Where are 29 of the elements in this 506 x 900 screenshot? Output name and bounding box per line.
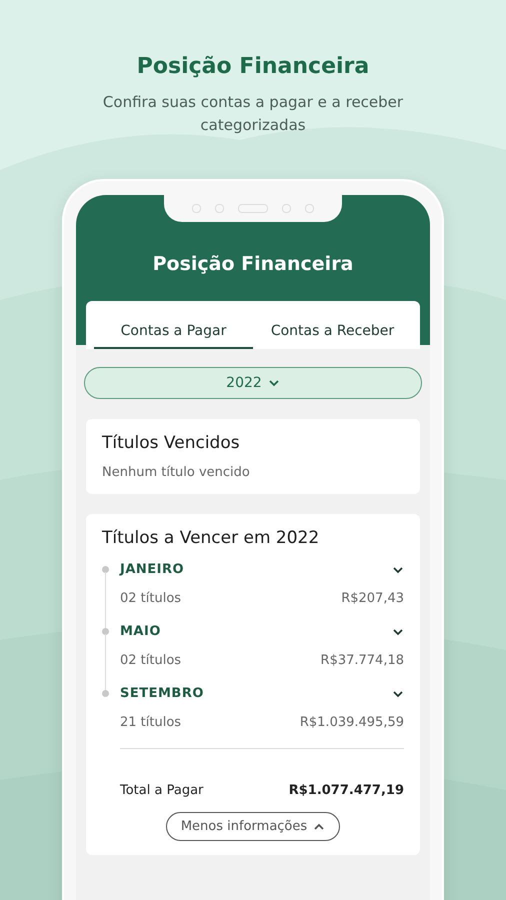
timeline-dot [102,628,109,635]
card-title: Títulos Vencidos [102,433,241,453]
tab[interactable]: Contas a Receber [253,323,412,349]
chevron-icon [392,628,404,636]
timeline-dot [102,566,109,573]
chevron-icon [268,379,280,387]
less-info-button[interactable]: Menos informações [166,812,340,841]
tab[interactable]: Contas a Pagar [94,323,253,349]
month-name[interactable]: JANEIRO [120,562,184,577]
month-amount: R$37.774,18 [320,653,404,668]
subtitle: Confira suas contas a pagar e a receber categorizadas [102,92,404,136]
month-name[interactable]: SETEMBRO [120,686,204,701]
title-count: 21 títulos [120,715,182,730]
month-amount: R$1.039.495,59 [300,715,404,730]
timeline-dot [102,690,109,697]
chevron-icon [392,690,404,698]
chevron-icon [313,822,326,830]
card-title: Títulos a Vencer em 2022 [102,528,320,548]
headline: Posição Financeira [136,54,370,79]
total-label: Total a Pagar [120,783,204,798]
app-title: Posição Financeira [152,253,354,275]
month-amount: R$207,43 [341,591,404,606]
title-count: 02 títulos [120,591,182,606]
total-value: R$1.077.477,19 [288,783,404,798]
month-name[interactable]: MAIO [120,624,161,639]
chevron-icon [392,566,404,574]
empty-message: Nenhum título vencido [102,465,251,480]
year-select[interactable]: 2022 [84,367,422,399]
title-count: 02 títulos [120,653,182,668]
